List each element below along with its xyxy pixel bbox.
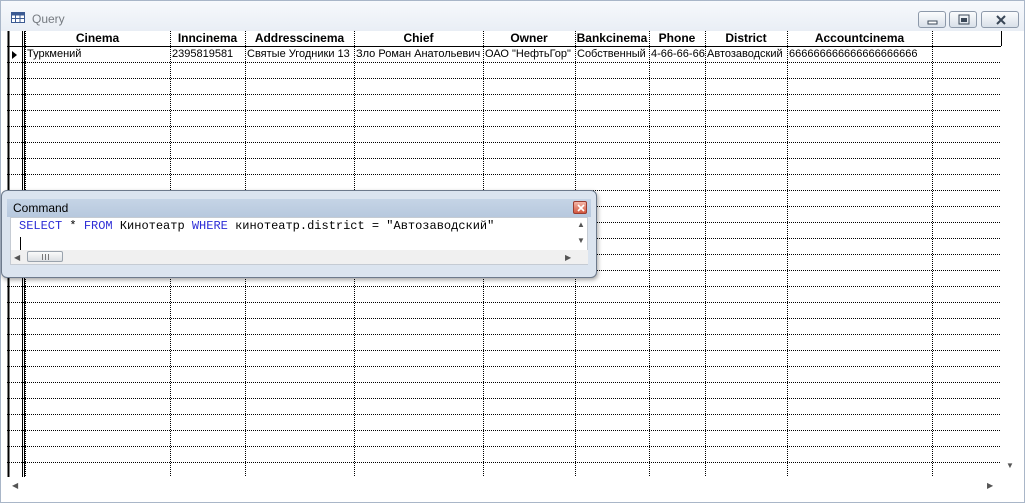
- table-cell[interactable]: 666666666666666666666: [787, 47, 932, 62]
- close-button[interactable]: [981, 11, 1019, 28]
- command-vertical-scrollbar[interactable]: ▲ ▼: [574, 218, 588, 248]
- scroll-down-icon[interactable]: ▼: [1006, 461, 1014, 470]
- table-cell[interactable]: Автозаводский: [705, 47, 787, 62]
- command-close-button[interactable]: [573, 201, 587, 214]
- query-titlebar[interactable]: Query: [1, 1, 1024, 31]
- scroll-right-icon[interactable]: ▶: [565, 253, 571, 262]
- maximize-icon: [958, 14, 970, 25]
- command-editor[interactable]: SELECT * FROM Кинотеатр WHERE кинотеатр.…: [10, 217, 588, 265]
- scroll-left-icon[interactable]: ◀: [12, 481, 18, 490]
- table-cell[interactable]: Туркмений: [25, 47, 170, 62]
- close-icon: [996, 15, 1006, 25]
- table-cell[interactable]: 2395819581: [170, 47, 245, 62]
- column-header-accountcinema[interactable]: Accountcinema: [787, 31, 932, 46]
- close-icon: [577, 204, 585, 212]
- sql-text: кинотеатр.district = "Автозаводский": [227, 219, 495, 233]
- column-header-bankcinema[interactable]: Bankcinema: [575, 31, 649, 46]
- command-title: Command: [13, 201, 69, 215]
- scroll-thumb[interactable]: [27, 251, 63, 262]
- scroll-down-icon[interactable]: ▼: [577, 236, 585, 245]
- horizontal-scrollbar[interactable]: ◀ ▶: [7, 477, 1018, 494]
- column-header-phone[interactable]: Phone: [649, 31, 705, 46]
- command-window: Command SELECT * FROM Кинотеатр WHERE ки…: [1, 190, 597, 278]
- sql-keyword: SELECT: [19, 219, 63, 233]
- vertical-scrollbar[interactable]: ▼: [1001, 46, 1018, 479]
- command-horizontal-scrollbar[interactable]: ◀ ▶: [11, 250, 588, 264]
- column-header-owner[interactable]: Owner: [483, 31, 575, 46]
- current-row-pointer-icon: [12, 51, 17, 59]
- column-header-inncinema[interactable]: Inncinema: [170, 31, 245, 46]
- sql-text: *: [62, 219, 84, 233]
- sql-keyword: WHERE: [191, 219, 228, 233]
- table-cell[interactable]: Святые Угодники 13: [245, 47, 354, 62]
- table-cell[interactable]: Собственный: [575, 47, 649, 62]
- sql-keyword: FROM: [83, 219, 113, 233]
- table-cell[interactable]: 4-66-66-66: [649, 47, 705, 62]
- table-cell[interactable]: Зло Роман Анатольевич: [354, 47, 483, 62]
- column-header-district[interactable]: District: [705, 31, 787, 46]
- text-caret: [20, 237, 21, 250]
- scroll-up-icon[interactable]: ▲: [577, 220, 585, 229]
- command-text[interactable]: SELECT * FROM Кинотеатр WHERE кинотеатр.…: [19, 219, 494, 233]
- window-title: Query: [32, 12, 65, 26]
- column-header-chief[interactable]: Chief: [354, 31, 483, 46]
- minimize-icon: [927, 20, 938, 25]
- scroll-right-icon[interactable]: ▶: [987, 481, 993, 490]
- table-icon: [11, 12, 25, 23]
- column-header-addresscinema[interactable]: Addresscinema: [245, 31, 354, 46]
- sql-text: Кинотеатр: [112, 219, 192, 233]
- scroll-left-icon[interactable]: ◀: [14, 253, 20, 262]
- table-cell[interactable]: ОАО "НефтьГор": [483, 47, 575, 62]
- maximize-button[interactable]: [949, 11, 977, 28]
- command-titlebar[interactable]: Command: [7, 199, 591, 217]
- minimize-button[interactable]: [918, 11, 946, 28]
- column-header-cinema[interactable]: Cinema: [25, 31, 170, 46]
